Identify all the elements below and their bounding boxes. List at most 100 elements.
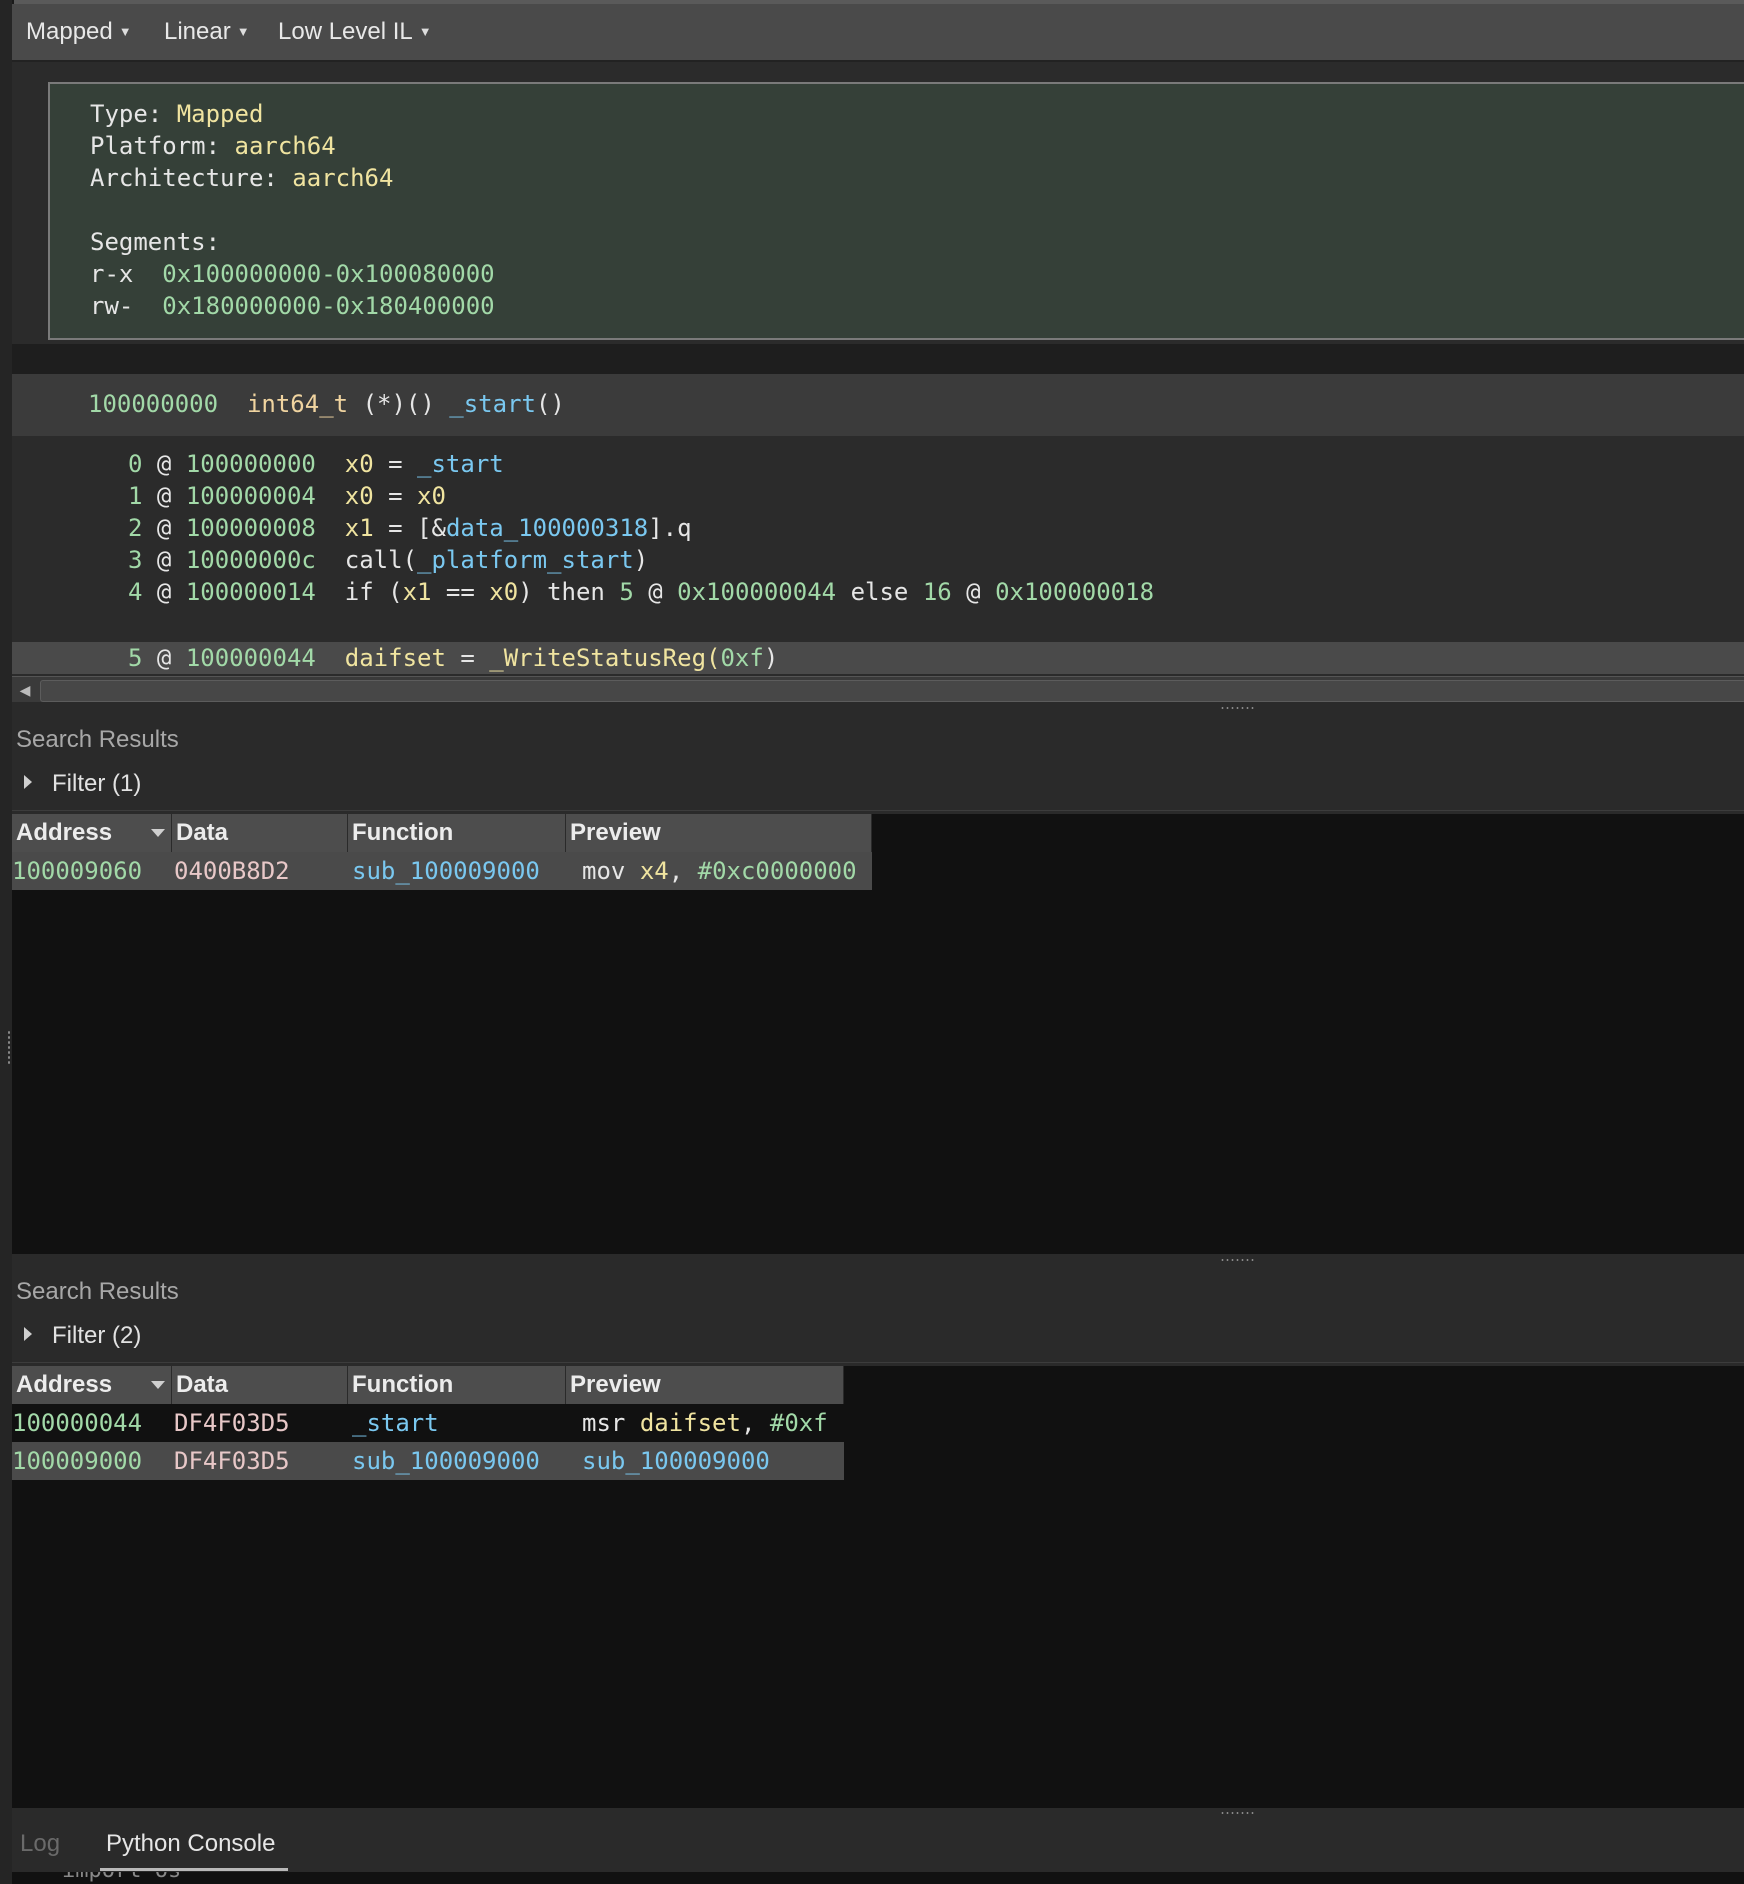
column-label: Function — [352, 1371, 454, 1398]
tab-python-console[interactable]: Python Console — [106, 1830, 275, 1858]
cell-preview: mov x4, #0xc0000000 — [582, 852, 857, 890]
il-branch-address[interactable]: 0x100000018 — [995, 578, 1154, 606]
column-header-address[interactable]: Address — [12, 1366, 172, 1404]
cell-address[interactable]: 100000044 — [12, 1404, 142, 1442]
column-label: Data — [176, 819, 229, 846]
cell-function[interactable]: _start — [352, 1404, 439, 1442]
cell-address[interactable]: 100009000 — [12, 1442, 142, 1480]
il-instruction[interactable]: 0 @ 100000000 x0 = _start — [12, 448, 1744, 480]
column-header-function[interactable]: Function — [348, 1366, 566, 1404]
bottom-tab-bar: Log Python Console — [12, 1816, 1744, 1872]
il-register[interactable]: x0 — [345, 482, 374, 510]
python-console-output[interactable]: import os — [12, 1872, 1744, 1884]
il-intrinsic[interactable]: _WriteStatusReg( — [489, 644, 720, 672]
il-instruction[interactable]: 1 @ 100000004 x0 = x0 — [12, 480, 1744, 512]
column-header-data[interactable]: Data — [172, 814, 348, 852]
chevron-down-icon: ▼ — [236, 24, 250, 39]
il-data-symbol[interactable]: data_100000318 — [446, 514, 648, 542]
pane-splitter[interactable] — [12, 702, 1744, 714]
il-level-dropdown[interactable]: Low Level IL ▼ — [278, 18, 432, 46]
platform-line: Platform: aarch64 — [90, 132, 336, 160]
il-punct: ) — [633, 546, 649, 574]
il-symbol[interactable]: _platform_start — [417, 546, 634, 574]
panel-title: Search Results — [16, 1278, 179, 1305]
table-row[interactable]: 100009000 DF4F03D5 sub_100009000 sub_100… — [12, 1442, 844, 1480]
results-table: Address Data Function Preview 100000044 … — [12, 1366, 1744, 1812]
segment-line: r-x 0x100000000-0x100080000 — [90, 260, 495, 288]
il-register[interactable]: x1 — [345, 514, 374, 542]
scroll-left-arrow-icon[interactable]: ◀ — [12, 677, 38, 703]
linear-view[interactable]: Type: Mapped Platform: aarch64 Architect… — [12, 62, 1744, 676]
column-header-data[interactable]: Data — [172, 1366, 348, 1404]
il-address[interactable]: 100000000 — [186, 450, 316, 478]
at-sign: @ — [156, 546, 172, 574]
il-level-label: Low Level IL — [278, 18, 413, 45]
filter-label: Filter (1) — [52, 770, 142, 797]
binary-info-header: Type: Mapped Platform: aarch64 Architect… — [48, 82, 1744, 340]
column-label: Data — [176, 1371, 229, 1398]
horizontal-scrollbar[interactable]: ◀ — [12, 676, 1744, 703]
cell-address[interactable]: 100009060 — [12, 852, 142, 890]
il-instruction[interactable]: 4 @ 100000014 if (x1 == x0) then 5 @ 0x1… — [12, 576, 1744, 608]
type-label: Type: — [90, 100, 163, 128]
il-index: 3 — [128, 546, 143, 574]
cell-function[interactable]: sub_100009000 — [352, 852, 540, 890]
column-header-address[interactable]: Address — [12, 814, 172, 852]
segment-range[interactable]: 0x180000000-0x180400000 — [162, 292, 494, 320]
il-branch-index[interactable]: 5 — [619, 578, 633, 606]
column-header-preview[interactable]: Preview — [566, 1366, 844, 1404]
il-immediate: 0xf — [720, 644, 764, 672]
tab-log[interactable]: Log — [20, 1830, 60, 1858]
il-index: 2 — [128, 514, 143, 542]
il-register[interactable]: x0 — [345, 450, 374, 478]
at-sign: @ — [648, 578, 663, 606]
cell-data: 0400B8D2 — [174, 857, 290, 885]
splitter-grip[interactable] — [1220, 706, 1256, 710]
il-branch-address[interactable]: 0x100000044 — [677, 578, 836, 606]
column-header-function[interactable]: Function — [348, 814, 566, 852]
table-row[interactable]: 100009060 0400B8D2 sub_100009000 mov x4,… — [12, 852, 872, 890]
il-branch-index[interactable]: 16 — [923, 578, 952, 606]
il-address[interactable]: 10000000c — [186, 546, 316, 574]
il-operator: = — [388, 482, 403, 510]
pane-splitter[interactable] — [12, 1254, 1744, 1266]
search-results-panel: Search Results Filter (2) Address Data F… — [12, 1266, 1744, 1812]
splitter-grip[interactable] — [1220, 1258, 1256, 1262]
il-instruction-selected[interactable]: 5 @ 100000044 daifset = _WriteStatusReg(… — [12, 642, 1744, 674]
column-label: Address — [16, 819, 113, 846]
il-register[interactable]: x0 — [417, 482, 446, 510]
filter-toggle[interactable]: Filter (2) — [24, 1322, 141, 1350]
architecture-line: Architecture: aarch64 — [90, 164, 393, 192]
il-address[interactable]: 100000008 — [186, 514, 316, 542]
sort-descending-icon — [151, 1381, 165, 1389]
section-divider — [12, 344, 1744, 374]
il-instruction[interactable]: 2 @ 100000008 x1 = [&data_100000318].q — [12, 512, 1744, 544]
splitter-grip[interactable] — [1220, 1811, 1256, 1815]
column-header-preview[interactable]: Preview — [566, 814, 872, 852]
il-register[interactable]: x0 — [489, 578, 518, 606]
segment-range[interactable]: 0x100000000-0x100080000 — [162, 260, 494, 288]
active-tab-indicator — [100, 1868, 288, 1871]
preview-register: x4 — [639, 857, 669, 885]
search-results-panel: Search Results Filter (1) Address Data F… — [12, 714, 1744, 1254]
function-name[interactable]: _start — [449, 390, 536, 418]
filter-toggle[interactable]: Filter (1) — [24, 770, 141, 798]
il-symbol[interactable]: _start — [417, 450, 504, 478]
il-register[interactable]: x1 — [403, 578, 432, 606]
il-address[interactable]: 100000014 — [186, 578, 316, 606]
view-mode-dropdown[interactable]: Linear ▼ — [164, 18, 250, 46]
view-type-dropdown[interactable]: Mapped ▼ — [26, 18, 132, 46]
il-index: 0 — [128, 450, 143, 478]
scrollbar-thumb[interactable] — [40, 680, 1744, 702]
il-instruction[interactable]: 3 @ 10000000c call(_platform_start) — [12, 544, 1744, 576]
platform-label: Platform: — [90, 132, 221, 160]
left-gutter-grip[interactable] — [7, 1030, 11, 1066]
function-header[interactable]: 100000000 int64_t (*)() _start() — [12, 374, 1744, 436]
function-address[interactable]: 100000000 — [88, 390, 218, 418]
il-register[interactable]: daifset — [345, 644, 446, 672]
cell-function[interactable]: sub_100009000 — [352, 1442, 540, 1480]
expand-triangle-icon — [24, 1327, 32, 1341]
il-address[interactable]: 100000044 — [186, 644, 316, 672]
table-row[interactable]: 100000044 DF4F03D5 _start msr daifset, #… — [12, 1404, 844, 1442]
il-address[interactable]: 100000004 — [186, 482, 316, 510]
